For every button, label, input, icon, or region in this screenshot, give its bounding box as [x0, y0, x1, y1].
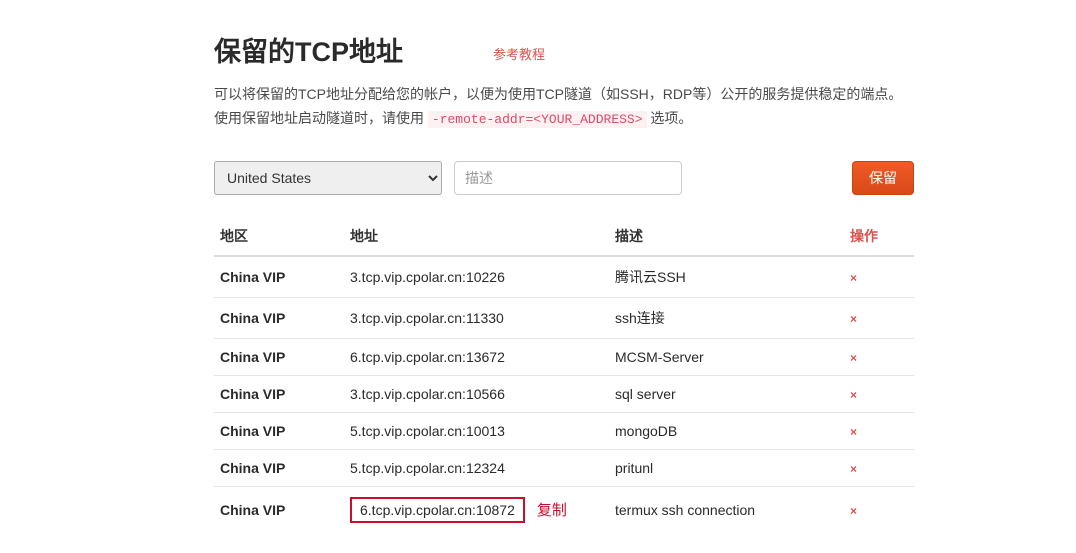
cell-region: China VIP	[214, 449, 344, 486]
delete-button[interactable]: ×	[850, 312, 857, 326]
cell-action: ×	[844, 412, 914, 449]
delete-button[interactable]: ×	[850, 271, 857, 285]
cell-addr: 6.tcp.vip.cpolar.cn:10872 复制	[344, 486, 609, 533]
cell-region: China VIP	[214, 297, 344, 338]
description-input[interactable]	[454, 161, 682, 195]
cell-desc: pritunl	[609, 449, 844, 486]
region-select[interactable]: United States	[214, 161, 442, 195]
delete-button[interactable]: ×	[850, 425, 857, 439]
cell-addr: 3.tcp.vip.cpolar.cn:10226	[344, 256, 609, 298]
table-row: China VIP6.tcp.vip.cpolar.cn:10872 复制 term…	[214, 486, 914, 533]
cell-region: China VIP	[214, 375, 344, 412]
copy-label[interactable]: 复制	[537, 499, 567, 520]
cell-addr: 3.tcp.vip.cpolar.cn:11330	[344, 297, 609, 338]
table-row: China VIP3.tcp.vip.cpolar.cn:10566sql se…	[214, 375, 914, 412]
reserved-tcp-table: 地区 地址 描述 操作 China VIP3.tcp.vip.cpolar.cn…	[214, 217, 914, 533]
cell-region: China VIP	[214, 338, 344, 375]
table-row: China VIP5.tcp.vip.cpolar.cn:12324pritun…	[214, 449, 914, 486]
reserve-form: United States 保留	[214, 161, 914, 195]
table-row: China VIP3.tcp.vip.cpolar.cn:11330ssh连接 ×	[214, 297, 914, 338]
delete-button[interactable]: ×	[850, 388, 857, 402]
delete-button[interactable]: ×	[850, 462, 857, 476]
addr-highlight-box: 6.tcp.vip.cpolar.cn:10872	[350, 497, 525, 523]
cell-desc: ssh连接	[609, 297, 844, 338]
delete-button[interactable]: ×	[850, 504, 857, 518]
cell-action: ×	[844, 338, 914, 375]
cell-addr: 5.tcp.vip.cpolar.cn:10013	[344, 412, 609, 449]
th-action: 操作	[844, 217, 914, 256]
th-desc: 描述	[609, 217, 844, 256]
page-description: 可以将保留的TCP地址分配给您的帐户，以便为使用TCP隧道（如SSH，RDP等）…	[214, 83, 914, 131]
table-row: China VIP3.tcp.vip.cpolar.cn:10226腾讯云SSH…	[214, 256, 914, 298]
cell-action: ×	[844, 297, 914, 338]
desc-code: -remote-addr=<YOUR_ADDRESS>	[428, 111, 647, 128]
cell-desc: 腾讯云SSH	[609, 256, 844, 298]
cell-addr: 5.tcp.vip.cpolar.cn:12324	[344, 449, 609, 486]
cell-action: ×	[844, 375, 914, 412]
tutorial-link-top[interactable]: 参考教程	[493, 44, 545, 63]
cell-region: China VIP	[214, 412, 344, 449]
cell-region: China VIP	[214, 486, 344, 533]
cell-desc: sql server	[609, 375, 844, 412]
desc-text-after: 选项。	[647, 110, 693, 126]
cell-action: ×	[844, 486, 914, 533]
th-region: 地区	[214, 217, 344, 256]
cell-addr: 6.tcp.vip.cpolar.cn:13672	[344, 338, 609, 375]
th-addr: 地址	[344, 217, 609, 256]
table-row: China VIP5.tcp.vip.cpolar.cn:10013mongoD…	[214, 412, 914, 449]
cell-action: ×	[844, 449, 914, 486]
delete-button[interactable]: ×	[850, 351, 857, 365]
cell-action: ×	[844, 256, 914, 298]
table-row: China VIP6.tcp.vip.cpolar.cn:13672MCSM-S…	[214, 338, 914, 375]
cell-region: China VIP	[214, 256, 344, 298]
reserve-button[interactable]: 保留	[852, 161, 914, 195]
cell-desc: mongoDB	[609, 412, 844, 449]
cell-desc: MCSM-Server	[609, 338, 844, 375]
cell-addr: 3.tcp.vip.cpolar.cn:10566	[344, 375, 609, 412]
page-title: 保留的TCP地址	[214, 30, 403, 69]
cell-desc: termux ssh connection	[609, 486, 844, 533]
